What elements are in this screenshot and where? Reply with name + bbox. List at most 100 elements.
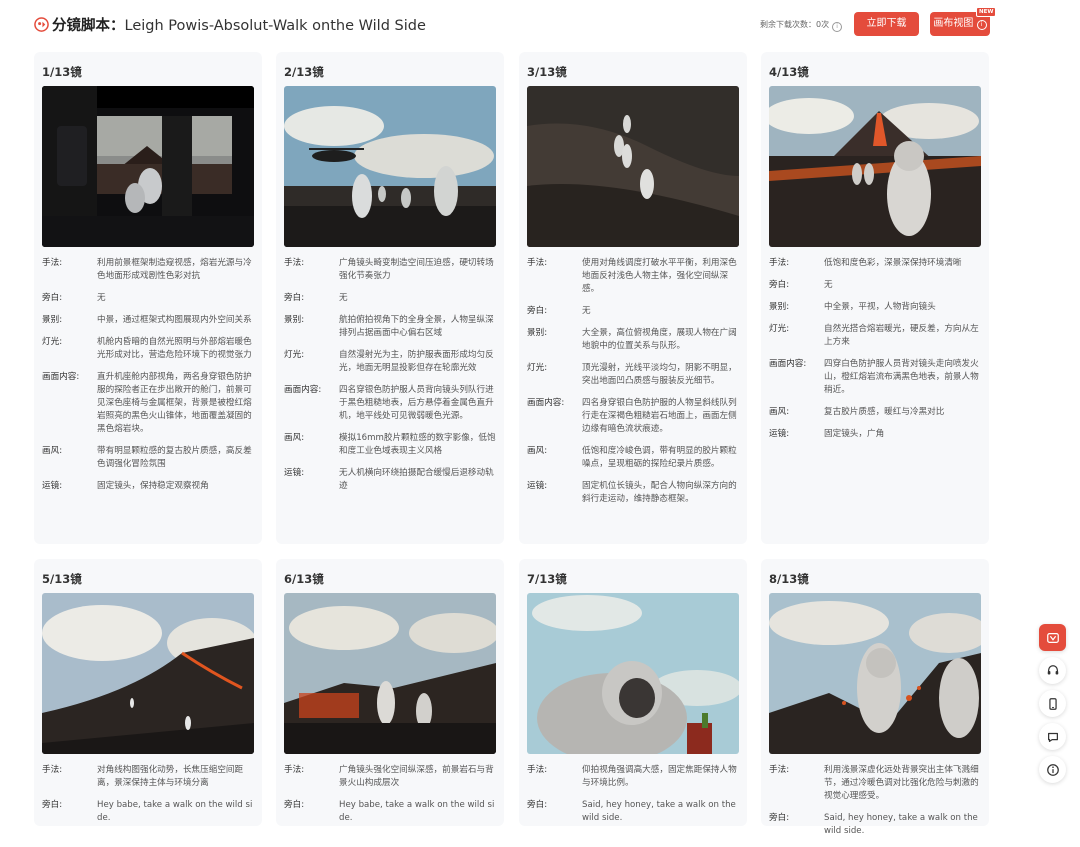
row-narration: 旁白: Said, hey honey, take a walk on the w… bbox=[527, 799, 739, 825]
feedback-button[interactable] bbox=[1039, 723, 1066, 750]
label: 旁白: bbox=[42, 800, 63, 810]
support-button[interactable] bbox=[1039, 657, 1066, 684]
label: 旁白: bbox=[284, 293, 305, 303]
row-narration: 旁白: 无 bbox=[42, 292, 254, 305]
shot-image[interactable] bbox=[527, 86, 739, 247]
shot-image[interactable] bbox=[42, 593, 254, 754]
label: 手法: bbox=[284, 258, 305, 268]
label: 画风: bbox=[769, 407, 790, 417]
label: 手法: bbox=[527, 765, 548, 775]
label: 画风: bbox=[42, 446, 63, 456]
value: 无 bbox=[339, 293, 348, 303]
row-narration: 旁白: Hey babe, take a walk on the wild sid… bbox=[42, 799, 254, 825]
shot-image[interactable] bbox=[527, 593, 739, 754]
label: 画风: bbox=[284, 433, 305, 443]
mobile-button[interactable] bbox=[1039, 690, 1066, 717]
row-shot: 景别: 中全景，平视，人物背向镜头 bbox=[769, 301, 981, 314]
shot-card: 4/13镜 手法: 低饱和度色彩，深景深保持环境清晰 旁白: 无 景别: 中全景，平视… bbox=[761, 52, 989, 544]
row-style: 画风: 低饱和度冷峻色调，带有明显的胶片颗粒噪点，呈现粗砺的探险纪录片质感。 bbox=[527, 445, 739, 471]
label: 灯光: bbox=[527, 363, 548, 373]
shot-card: 8/13镜 手法: 利用浅景深虚化远处背景突出主体飞溅细节，通过冷暖色调对比强化危… bbox=[761, 559, 989, 836]
value: 利用浅景深虚化远处背景突出主体飞溅细节，通过冷暖色调对比强化危险与刺激的视觉心理… bbox=[824, 765, 979, 801]
value: 对角线构图强化动势，长焦压缩空间距离，景深保持主体与环境分离 bbox=[97, 765, 244, 788]
chat-icon bbox=[1047, 732, 1058, 742]
label: 灯光: bbox=[284, 350, 305, 360]
row-content: 画面内容: 四名穿银色防护服人员背向镜头列队行进于黑色粗糙地表，后方悬停着金属色直… bbox=[284, 384, 496, 423]
label: 旁白: bbox=[42, 293, 63, 303]
header-bar: 分镜脚本：Leigh Powis-Absolut-Walk onthe Wild… bbox=[0, 0, 1080, 50]
label: 画面内容: bbox=[42, 372, 80, 382]
row-technique: 手法: 仰拍视角强调高大感，固定焦距保持人物与环境比例。 bbox=[527, 764, 739, 790]
label: 画面内容: bbox=[527, 398, 565, 408]
row-technique: 手法: 利用前景框架制造窥视感，熔岩光源与冷色地面形成戏剧性色彩对抗 bbox=[42, 257, 254, 283]
label: 景别: bbox=[284, 315, 305, 325]
translate-button[interactable] bbox=[1039, 624, 1066, 651]
shot-image[interactable] bbox=[284, 86, 496, 247]
shot-title: 7/13镜 bbox=[527, 572, 567, 586]
shot-card: 7/13镜 手法: 仰拍视角强调高大感，固定焦距保持人物与环境比例。 旁白: Sai… bbox=[519, 559, 747, 826]
download-count: 剩余下载次数：0次 i bbox=[760, 19, 843, 32]
headset-icon bbox=[1047, 664, 1058, 674]
value: Said, hey honey, take a walk on the wild… bbox=[824, 813, 978, 836]
title-text: Leigh Powis-Absolut-Walk onthe Wild Side bbox=[124, 18, 426, 34]
shot-card: 5/13镜 手法: 对角线构图强化动势，长焦压缩空间距离，景深保持主体与环境分离 … bbox=[34, 559, 262, 826]
value: 固定镜头，保持稳定观察视角 bbox=[97, 481, 209, 491]
value: 利用前景框架制造窥视感，熔岩光源与冷色地面形成戏剧性色彩对抗 bbox=[97, 258, 252, 281]
label: 运镜: bbox=[42, 481, 63, 491]
row-technique: 手法: 对角线构图强化动势，长焦压缩空间距离，景深保持主体与环境分离 bbox=[42, 764, 254, 790]
download-count-text: 剩余下载次数：0次 bbox=[760, 20, 830, 29]
row-light: 灯光: 机舱内昏暗的自然光照明与外部熔岩暖色光形成对比，营造危险环境下的视觉张力 bbox=[42, 336, 254, 362]
label: 手法: bbox=[769, 258, 790, 268]
shot-details: 手法: 对角线构图强化动势，长焦压缩空间距离，景深保持主体与环境分离 旁白: Hey… bbox=[42, 764, 254, 834]
value: 无 bbox=[582, 306, 591, 316]
shot-image[interactable] bbox=[769, 86, 981, 247]
shot-image[interactable] bbox=[769, 593, 981, 754]
row-camera: 运镜: 无人机横向环绕拍摄配合缓慢后退移动轨迹 bbox=[284, 467, 496, 493]
shot-details: 手法: 低饱和度色彩，深景深保持环境清晰 旁白: 无 景别: 中全景，平视，人物背向镜… bbox=[769, 257, 981, 450]
value: 四名穿银色防护服人员背向镜头列队行进于黑色粗糙地表，后方悬停着金属色直升机，地平… bbox=[339, 385, 494, 421]
row-style: 画风: 带有明显颗粒感的复古胶片质感，高反差色调强化冒险氛围 bbox=[42, 445, 254, 471]
value: 复古胶片质感，暖红与冷黑对比 bbox=[824, 407, 945, 417]
row-camera: 运镜: 固定镜头，保持稳定观察视角 bbox=[42, 480, 254, 493]
row-light: 灯光: 自然光搭合熔岩暖光，硬反差，方向从左上方来 bbox=[769, 323, 981, 349]
row-style: 画风: 模拟16mm胶片颗粒感的数字影像，低饱和度工业色域表现主义风格 bbox=[284, 432, 496, 458]
value: 机舱内昏暗的自然光照明与外部熔岩暖色光形成对比，营造危险环境下的视觉张力 bbox=[97, 337, 252, 360]
label: 旁白: bbox=[527, 800, 548, 810]
shot-card: 6/13镜 手法: 广角镜头强化空间纵深感，前景岩石与背景火山构成层次 旁白: He… bbox=[276, 559, 504, 826]
row-technique: 手法: 低饱和度色彩，深景深保持环境清晰 bbox=[769, 257, 981, 270]
info-icon: i bbox=[976, 20, 987, 30]
shot-card: 1/13镜 手法: 利用前景框架制造窥视感，熔岩光源与冷色地面形成戏剧性色彩对抗 … bbox=[34, 52, 262, 544]
shot-image[interactable] bbox=[284, 593, 496, 754]
shot-details: 手法: 利用浅景深虚化远处背景突出主体飞溅细节，通过冷暖色调对比强化危险与刺激的视… bbox=[769, 764, 981, 847]
script-logo-icon bbox=[34, 17, 49, 32]
shot-title: 3/13镜 bbox=[527, 65, 567, 79]
row-content: 画面内容: 四穿白色防护服人员背对镜头走向喷发火山，橙红熔岩流布满黑色地表，前景人… bbox=[769, 358, 981, 397]
info-button[interactable] bbox=[1039, 756, 1066, 783]
shot-details: 手法: 广角镜头强化空间纵深感，前景岩石与背景火山构成层次 旁白: Hey babe… bbox=[284, 764, 496, 834]
label: 景别: bbox=[527, 328, 548, 338]
value: Hey babe, take a walk on the wild side. bbox=[339, 800, 495, 823]
shot-title: 6/13镜 bbox=[284, 572, 324, 586]
label: 灯光: bbox=[42, 337, 63, 347]
shot-image[interactable] bbox=[42, 86, 254, 247]
value: 大全景，高位俯视角度，展现人物在广阔地貌中的位置关系与队形。 bbox=[582, 328, 737, 351]
label: 旁白: bbox=[527, 306, 548, 316]
new-badge: NEW bbox=[976, 7, 997, 17]
row-narration: 旁白: 无 bbox=[769, 279, 981, 292]
download-button[interactable]: 立即下载 bbox=[854, 12, 919, 36]
shot-card: 3/13镜 手法: 使用对角线调度打破水平平衡，利用深色地面反衬浅色人物主体，强化… bbox=[519, 52, 747, 544]
value: 使用对角线调度打破水平平衡，利用深色地面反衬浅色人物主体，强化空间纵深感。 bbox=[582, 258, 737, 294]
value: 固定镜头，广角 bbox=[824, 429, 885, 439]
value: 顶光漫射，光线平淡均匀，阴影不明显，突出地面凹凸质感与服装反光细节。 bbox=[582, 363, 737, 386]
shot-details: 手法: 仰拍视角强调高大感，固定焦距保持人物与环境比例。 旁白: Said, hey… bbox=[527, 764, 739, 834]
page-title: 分镜脚本：Leigh Powis-Absolut-Walk onthe Wild… bbox=[52, 14, 426, 35]
info-icon[interactable]: i bbox=[832, 22, 843, 32]
label: 旁白: bbox=[769, 280, 790, 290]
value: 固定机位长镜头，配合人物向纵深方向的斜行走运动，维持静态框架。 bbox=[582, 481, 737, 504]
label: 运镜: bbox=[284, 468, 305, 478]
shot-title: 4/13镜 bbox=[769, 65, 809, 79]
value: 广角镜头强化空间纵深感，前景岩石与背景火山构成层次 bbox=[339, 765, 494, 788]
value: 带有明显颗粒感的复古胶片质感，高反差色调强化冒险氛围 bbox=[97, 446, 252, 469]
value: 中全景，平视，人物背向镜头 bbox=[824, 302, 936, 312]
value: 低饱和度冷峻色调，带有明显的胶片颗粒噪点，呈现粗砺的探险纪录片质感。 bbox=[582, 446, 737, 469]
